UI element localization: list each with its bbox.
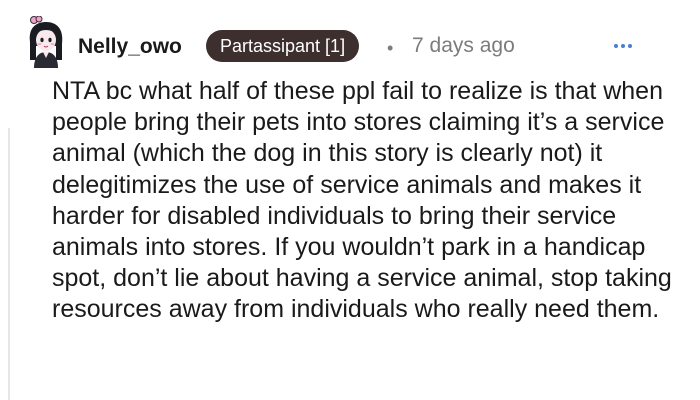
separator-dot: •	[387, 38, 394, 58]
comment-body: NTA bc what half of these ppl fail to re…	[52, 77, 672, 324]
user-flair-badge: Partassipant [1]	[206, 30, 360, 62]
more-dot	[614, 44, 618, 48]
comment-header: Nelly_owo Partassipant [1] • 7 days ago	[26, 15, 670, 72]
more-dot	[628, 44, 632, 48]
more-options-icon[interactable]	[614, 44, 632, 48]
more-dot	[621, 44, 625, 48]
avatar[interactable]	[26, 15, 66, 68]
timestamp[interactable]: 7 days ago	[412, 34, 515, 58]
username[interactable]: Nelly_owo	[78, 35, 182, 59]
thread-line[interactable]	[8, 128, 10, 400]
